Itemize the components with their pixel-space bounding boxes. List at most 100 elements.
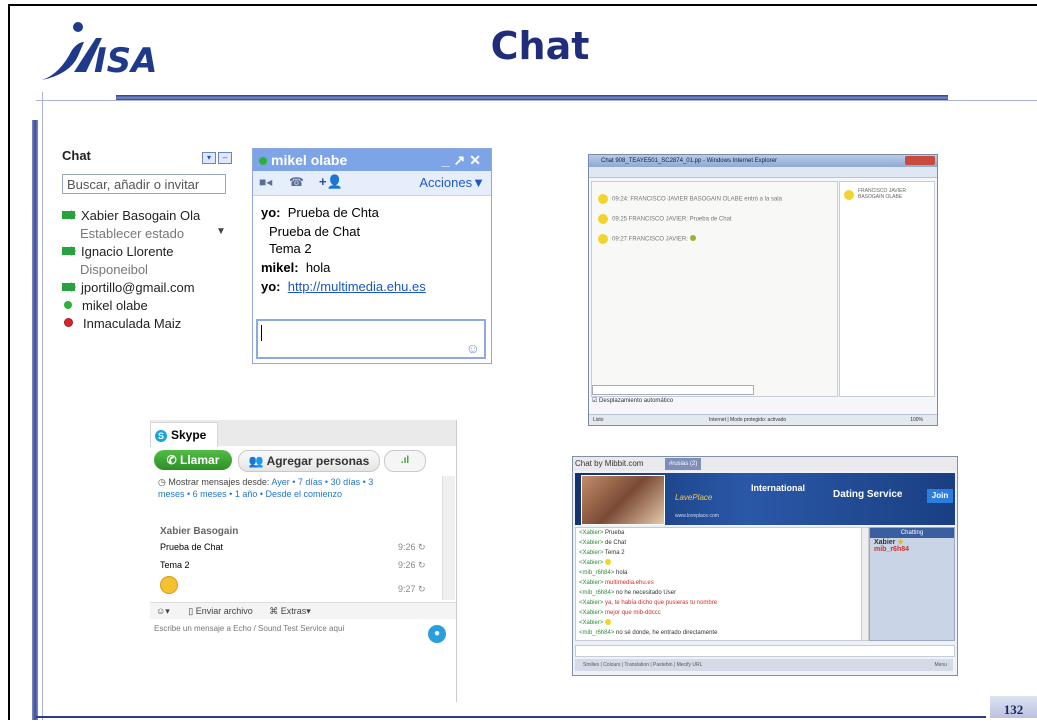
message-author: Xabier Basogain [160, 526, 239, 537]
gmail-chat-window: mikel olabe _↗✕ ■◂ ☎ +👤 Acciones▼ yo: Pr… [252, 148, 492, 364]
ie-user-name[interactable]: FRANCISCO JAVIER BASOGAIN OLABE [858, 188, 930, 200]
minimize-icon[interactable]: – [218, 152, 232, 164]
contact-name: Ignacio Llorente [81, 244, 174, 259]
ie-user-list: FRANCISCO JAVIER BASOGAIN OLABE [839, 181, 935, 397]
user-entry[interactable]: Xabier ★ [870, 538, 954, 546]
slide-title: Chat [490, 24, 590, 68]
dating-chat-line: <Xabier> de Chat [579, 540, 627, 546]
contact-name: jportillo@gmail.com [81, 280, 195, 295]
add-person-icon[interactable]: +👤 [319, 174, 343, 190]
dating-chat-log: <Xabier> Prueba <Xabier> de Chat <Xabier> … [575, 527, 863, 641]
dating-chat-line: <Xabier> multimedia.ehu.es [579, 580, 654, 586]
chatting-header: Chatting [870, 528, 954, 538]
dating-footer: Smilies | Colours | Translation | Pasteb… [575, 659, 953, 671]
smiley-icon[interactable]: ☺ [466, 340, 480, 356]
dating-chat-line: <mib_r6h84> no he necesitado User [579, 590, 677, 596]
message-time: 9:27 ↻ [398, 584, 426, 594]
message-time: 9:26 ↻ [398, 560, 426, 570]
chat-message-input[interactable]: ☺ [256, 319, 486, 359]
chat-message: yo: Prueba de Chta [261, 205, 379, 220]
window-controls-icon[interactable]: _↗✕ [442, 149, 485, 171]
contact-item[interactable]: Ignacio Llorente [62, 244, 174, 259]
emoticon-menu-icon[interactable]: ☺▾ [156, 606, 170, 616]
skype-scrollbar[interactable] [442, 476, 455, 600]
video-call-icon[interactable]: ■◂ [259, 175, 272, 189]
bottom-rule [36, 716, 986, 718]
dating-scrollbar[interactable] [861, 527, 869, 641]
contact-name: Xabier Basogain Ola [81, 208, 201, 223]
call-button[interactable]: ✆ Llamar [154, 450, 232, 470]
online-dot-icon [259, 157, 267, 165]
actions-menu[interactable]: Acciones▼ [419, 175, 485, 190]
smiley-icon [160, 576, 178, 594]
send-message-icon[interactable]: ● [428, 625, 446, 643]
chat-toolbar: ■◂ ☎ +👤 Acciones▼ [253, 171, 491, 196]
user-icon [844, 190, 854, 200]
contact-item[interactable]: Xabier Basogain Ola [62, 208, 200, 223]
page-number: 132 [990, 696, 1037, 718]
skype-logo-icon: S [155, 430, 167, 442]
dating-chat-line: <Xabier> Tema 2 [579, 550, 625, 556]
gmail-search-input[interactable]: Buscar, añadir o invitar [62, 174, 226, 194]
video-icon [62, 246, 76, 256]
call-quality-icon[interactable]: .ıl [384, 450, 426, 472]
text-cursor [261, 325, 262, 341]
chat-link[interactable]: http://multimedia.ehu.es [288, 279, 426, 294]
dropdown-icon[interactable]: ▾ [202, 152, 216, 164]
contact-item[interactable]: mikel olabe [62, 298, 148, 313]
title-rule-thin [36, 100, 1037, 101]
dating-chat-line: <Xabier> [576, 618, 862, 628]
banner-photo [581, 475, 665, 525]
add-people-button[interactable]: 👥 Agregar personas [238, 450, 380, 472]
ie-titlebar: Chat 908_TEAYE501_SC2874_01.pp - Windows… [589, 155, 937, 167]
gmail-chat-panel: Chat ▾ – Buscar, añadir o invitar Xabier… [62, 148, 242, 348]
chat-message: Prueba de Chat [269, 224, 361, 239]
banner-dating-service: Dating Service [833, 489, 903, 500]
busy-dot-icon [64, 318, 73, 327]
skype-tab[interactable]: S Skype [150, 422, 218, 447]
user-entry[interactable]: mib_r6h84 [870, 546, 954, 553]
contact-status: Disponeibol [80, 262, 148, 277]
contact-item[interactable]: jportillo@gmail.com [62, 280, 195, 295]
contact-status[interactable]: Establecer estado [80, 226, 184, 241]
side-bar [32, 120, 38, 720]
smiley-icon [598, 194, 608, 204]
send-file-button[interactable]: ▯ Enviar archivo [188, 606, 252, 616]
ie-statusbar: Listo Internet | Modo protegido: activad… [589, 414, 937, 425]
chat-message: Tema 2 [269, 241, 312, 256]
dating-banner: LavePlace www.loveplace.com Internationa… [575, 473, 955, 525]
ie-chat-line: 09:25 FRANCISCO JAVIER: Prueba de Chat [598, 214, 732, 224]
tab-mibbit[interactable]: Chat by Mibbit.com [575, 459, 643, 468]
dating-message-input[interactable] [575, 645, 955, 657]
window-close-icon[interactable] [905, 156, 935, 165]
banner-site: www.loveplace.com [675, 513, 719, 519]
isa-logo: ISA [38, 14, 168, 84]
emoticon-icon [689, 234, 696, 241]
dating-chat-line: <Xabier> mejor que mib-ddccc [579, 610, 661, 616]
dating-chat-line: <Xabier> [576, 558, 862, 568]
join-button[interactable]: Join [927, 489, 953, 503]
extras-menu[interactable]: ⌘ Extras▾ [269, 606, 311, 616]
skype-message: Prueba de Chat [160, 542, 224, 552]
slide-frame-left [8, 4, 10, 720]
chat-window-title: mikel olabe _↗✕ [253, 149, 491, 171]
voice-call-icon[interactable]: ☎ [289, 175, 304, 189]
ie-addressbar[interactable] [589, 167, 937, 178]
chat-message: mikel: hola [261, 260, 331, 275]
tab-channel[interactable]: #rusias (2) [665, 458, 702, 470]
ie-chat-line: 09:27 FRANCISCO JAVIER: [598, 234, 696, 244]
online-dot-icon [64, 301, 72, 309]
video-icon [62, 282, 76, 292]
banner-logo: LavePlace [675, 493, 713, 502]
contact-item[interactable]: Inmaculada Maiz [62, 316, 181, 331]
chat-message: yo: http://multimedia.ehu.es [261, 279, 426, 294]
dating-chat-line: <mib_r6h84> no sé donde, he entrado dire… [579, 630, 718, 636]
ie-message-input[interactable] [592, 385, 754, 395]
ie-autoscroll-checkbox[interactable]: ☑ Desplazamiento automático [592, 397, 673, 404]
slide-frame-top [8, 4, 1037, 6]
smiley-icon [598, 234, 608, 244]
status-dropdown-icon[interactable]: ▼ [216, 226, 226, 237]
smiley-icon [605, 619, 612, 626]
dating-chat-window: Chat by Mibbit.com #rusias (2) LavePlace… [572, 456, 958, 676]
skype-message-input[interactable]: Escribe un mensaje a Echo / Sound Test S… [154, 624, 404, 633]
